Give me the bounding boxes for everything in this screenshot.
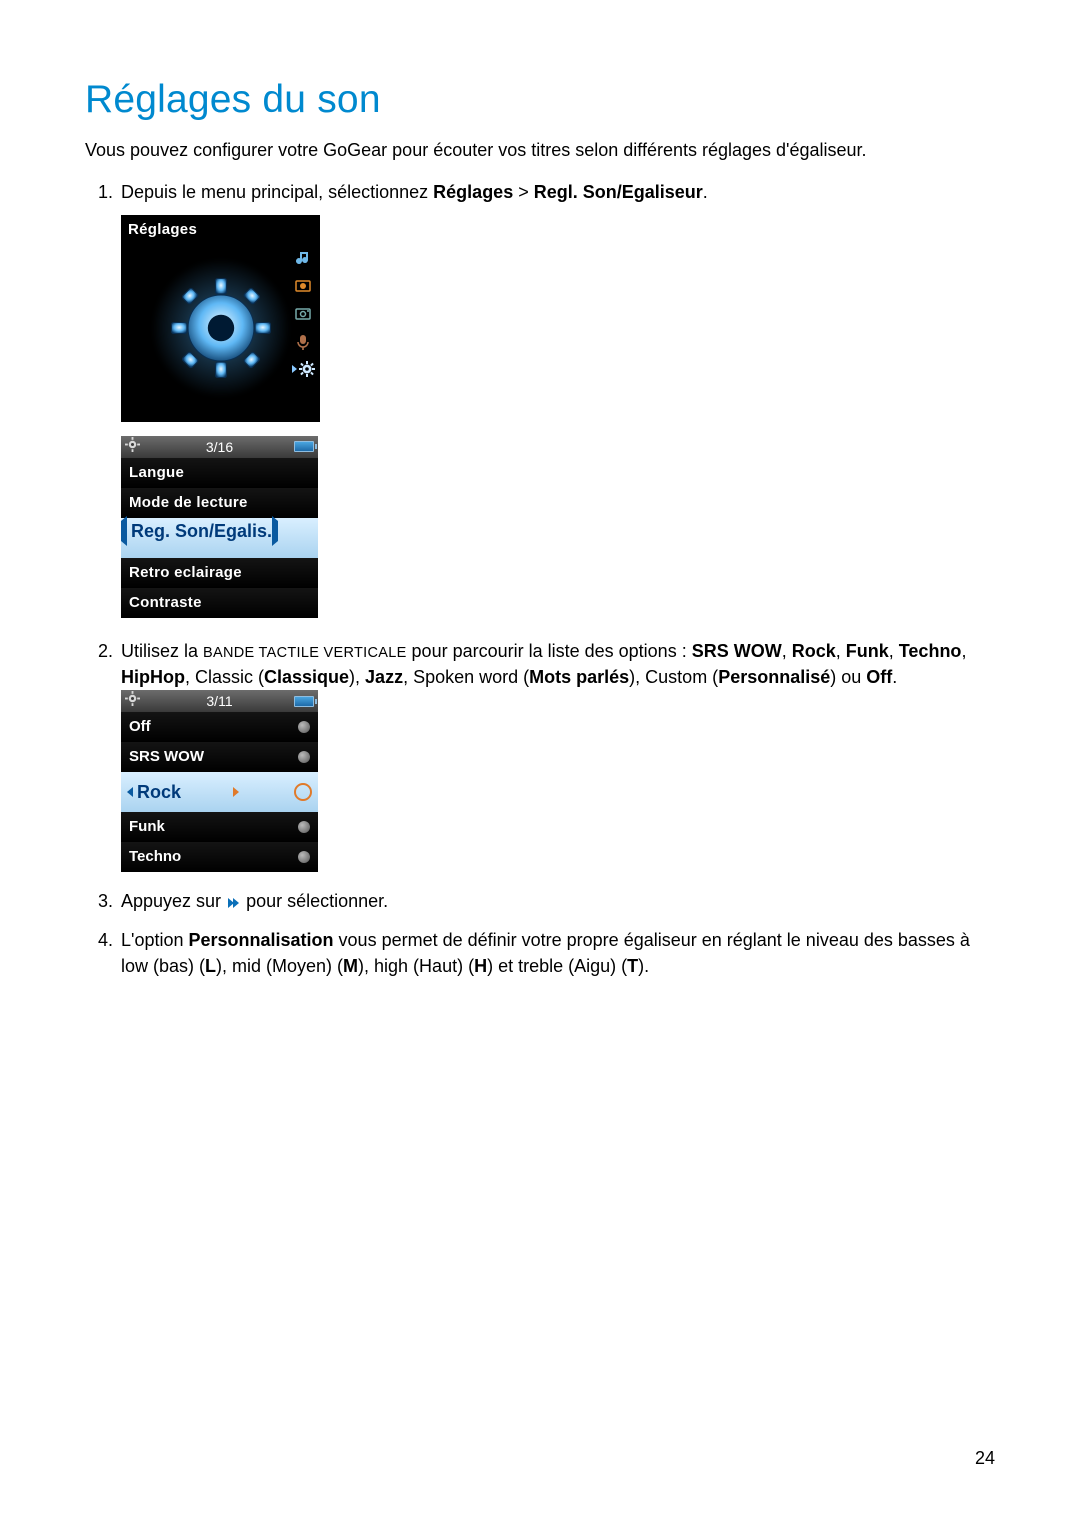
eq-label: SRS WOW xyxy=(129,746,204,768)
settings-item-contraste: Contraste xyxy=(121,588,318,618)
t: Réglages xyxy=(433,182,513,202)
radio-icon xyxy=(298,721,310,733)
t: , Spoken word ( xyxy=(403,667,529,687)
t: , xyxy=(961,641,966,661)
step2-text: Utilisez la bande tactile verticale pour… xyxy=(121,641,966,687)
t: > xyxy=(513,182,534,202)
settings-item-reg-son-egalis: Reg. Son/Egalis. xyxy=(121,518,318,558)
step-1: Depuis le menu principal, sélectionnez R… xyxy=(85,179,995,618)
caret-left-icon xyxy=(121,516,127,546)
video-icon xyxy=(294,305,312,323)
t: Personnalisation xyxy=(189,930,334,950)
step-4: L'option Personnalisation vous permet de… xyxy=(85,927,995,979)
t: Personnalisé xyxy=(718,667,830,687)
settings-item-langue: Langue xyxy=(121,458,318,488)
battery-icon xyxy=(294,441,314,452)
selection-caret-icon xyxy=(292,365,297,373)
t: Depuis le menu principal, sélectionnez xyxy=(121,182,433,202)
t: , xyxy=(782,641,792,661)
battery-icon xyxy=(294,696,314,707)
page-number: 24 xyxy=(975,1448,995,1469)
radio-icon xyxy=(298,821,310,833)
device3-statusbar: 3/11 xyxy=(121,690,318,712)
device1-title: Réglages xyxy=(122,216,319,243)
t: L'option xyxy=(121,930,189,950)
t: pour parcourir la liste des options : xyxy=(407,641,692,661)
step1-text: Depuis le menu principal, sélectionnez R… xyxy=(121,182,708,202)
settings-item-mode-lecture: Mode de lecture xyxy=(121,488,318,518)
t: Appuyez sur xyxy=(121,891,226,911)
t: Mots parlés xyxy=(529,667,629,687)
intro-text: Vous pouvez configurer votre GoGear pour… xyxy=(85,140,995,161)
gear-icon xyxy=(125,437,140,457)
radio-icon xyxy=(298,751,310,763)
eq-label: Funk xyxy=(129,816,165,838)
gear-icon xyxy=(151,258,291,398)
settings-item-retro-eclairage: Retro eclairage xyxy=(121,558,318,588)
t: Rock xyxy=(792,641,836,661)
t: Classique xyxy=(264,667,349,687)
device-screenshot-eq-list: 3/11 Off SRS WOW Rock Funk Techno xyxy=(121,690,318,872)
device3-position: 3/11 xyxy=(206,691,232,711)
t: ), mid (Moyen) ( xyxy=(216,956,343,976)
t: , xyxy=(889,641,899,661)
t: HipHop xyxy=(121,667,185,687)
t: Techno xyxy=(899,641,962,661)
caret-left-icon xyxy=(127,787,133,797)
radio-icon xyxy=(298,851,310,863)
fast-forward-icon xyxy=(228,889,239,915)
t: pour sélectionner. xyxy=(241,891,388,911)
music-icon xyxy=(294,249,312,267)
mic-icon xyxy=(294,333,312,351)
t: Jazz xyxy=(365,667,403,687)
t: ), high (Haut) ( xyxy=(358,956,474,976)
photo-icon xyxy=(294,277,312,295)
t: Off xyxy=(866,667,892,687)
eq-label: Rock xyxy=(137,779,181,805)
eq-item-rock: Rock xyxy=(121,772,318,812)
settings-item-label: Reg. Son/Egalis. xyxy=(131,521,272,541)
device-screenshot-mainmenu: Réglages xyxy=(121,215,320,422)
device2-position: 3/16 xyxy=(206,437,233,457)
radio-selected-icon xyxy=(294,783,312,801)
caret-right-icon xyxy=(272,516,278,546)
t: ) et treble (Aigu) ( xyxy=(487,956,627,976)
settings-icon-selected xyxy=(292,361,315,377)
t: Utilisez la xyxy=(121,641,203,661)
t: . xyxy=(892,667,897,687)
device-screenshot-settings-list: 3/16 Langue Mode de lecture Reg. Son/Ega… xyxy=(121,436,318,618)
t: ), xyxy=(349,667,365,687)
t: H xyxy=(474,956,487,976)
t: , xyxy=(836,641,846,661)
t: . xyxy=(703,182,708,202)
t: ). xyxy=(638,956,649,976)
t: T xyxy=(627,956,638,976)
device2-statusbar: 3/16 xyxy=(121,436,318,458)
page-title: Réglages du son xyxy=(85,78,995,122)
t: SRS WOW xyxy=(692,641,782,661)
gear-icon xyxy=(125,691,140,711)
eq-label: Techno xyxy=(129,846,181,868)
eq-item-funk: Funk xyxy=(121,812,318,842)
eq-item-techno: Techno xyxy=(121,842,318,872)
t: ) ou xyxy=(830,667,866,687)
t: Regl. Son/Egaliseur xyxy=(534,182,703,202)
caret-right-icon xyxy=(233,787,239,797)
t: L xyxy=(205,956,216,976)
eq-item-off: Off xyxy=(121,712,318,742)
step-2: Utilisez la bande tactile verticale pour… xyxy=(85,638,995,872)
t: ), Custom ( xyxy=(629,667,718,687)
eq-label: Off xyxy=(129,716,151,738)
step-3: Appuyez sur pour sélectionner. xyxy=(85,888,995,915)
t: , Classic ( xyxy=(185,667,264,687)
t: bande tactile verticale xyxy=(203,645,407,661)
t: M xyxy=(343,956,358,976)
t: Funk xyxy=(846,641,889,661)
eq-item-srs-wow: SRS WOW xyxy=(121,742,318,772)
